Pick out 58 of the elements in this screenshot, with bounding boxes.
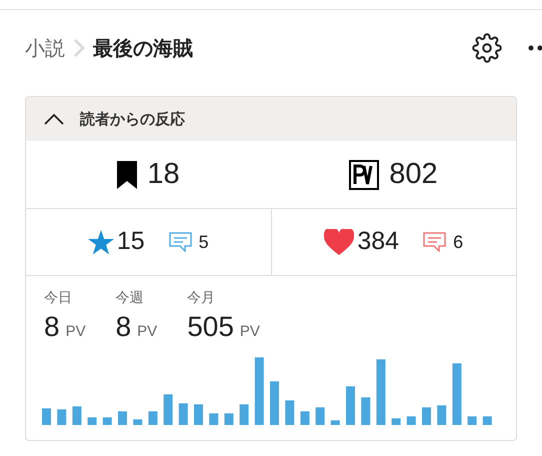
pageview-bar (102, 417, 112, 425)
pageview-bar (194, 404, 203, 425)
pv-unit: PV (66, 324, 86, 339)
pageview-bar (88, 417, 97, 425)
pv-count: 505 (187, 313, 234, 341)
period-label: 今日 (44, 289, 73, 308)
pageview-bar (468, 416, 477, 425)
heart-icon (324, 229, 354, 255)
pv-icon (349, 160, 380, 190)
pageview-bar (164, 394, 173, 425)
pv-count: 8 (116, 313, 132, 341)
section-header[interactable]: 読者からの反応 (26, 97, 516, 141)
count-text: 18 (147, 156, 180, 192)
pageview-bar (240, 404, 249, 425)
comment-icon (423, 232, 446, 252)
pageview-bar (270, 381, 279, 425)
period-label: 今週 (116, 289, 145, 308)
pageview-bar (361, 397, 370, 425)
breadcrumb-link[interactable]: 小説 (25, 33, 65, 63)
count-text: 384 (357, 226, 400, 258)
pageview-bar (72, 406, 82, 425)
bookmark-icon (117, 160, 138, 188)
pageview-bar (224, 413, 234, 425)
comment-count: 6 (453, 230, 464, 254)
settings-icon[interactable] (472, 33, 502, 63)
pageview-bar (178, 403, 188, 425)
pv-unit: PV (137, 324, 158, 339)
pageview-bar (406, 416, 416, 425)
page-title: 最後の海賊 (93, 35, 193, 62)
pageview-bar (209, 413, 218, 425)
pageview-bar (42, 408, 51, 425)
pageview-bar (57, 409, 66, 425)
pageview-bar (285, 400, 294, 425)
pageview-bar (254, 357, 264, 425)
count-text: 802 (389, 156, 438, 192)
pageview-bar (330, 420, 340, 425)
pageview-bar (437, 405, 446, 425)
comment-icon (168, 232, 192, 252)
pageview-bar (422, 407, 431, 425)
count-text: 15 (116, 226, 145, 258)
period-label: 今月 (187, 289, 216, 308)
pageview-bar (148, 411, 158, 425)
pageview-bar (392, 418, 401, 425)
star-icon (88, 230, 114, 254)
pageview-bar (346, 386, 355, 425)
pageview-bar (452, 363, 462, 425)
pv-count: 8 (44, 313, 60, 341)
pageview-bar (482, 416, 492, 425)
chevron-right-icon (73, 38, 85, 58)
pageview-bar (316, 407, 325, 425)
pageview-bar (300, 411, 310, 425)
pageview-bar (133, 419, 142, 425)
comment-count: 5 (198, 230, 209, 254)
pv-unit: PV (240, 324, 260, 339)
more-icon[interactable] (528, 45, 542, 51)
pageview-bar (376, 359, 386, 425)
chevron-up-icon (44, 113, 64, 125)
pageview-bar (118, 411, 127, 425)
